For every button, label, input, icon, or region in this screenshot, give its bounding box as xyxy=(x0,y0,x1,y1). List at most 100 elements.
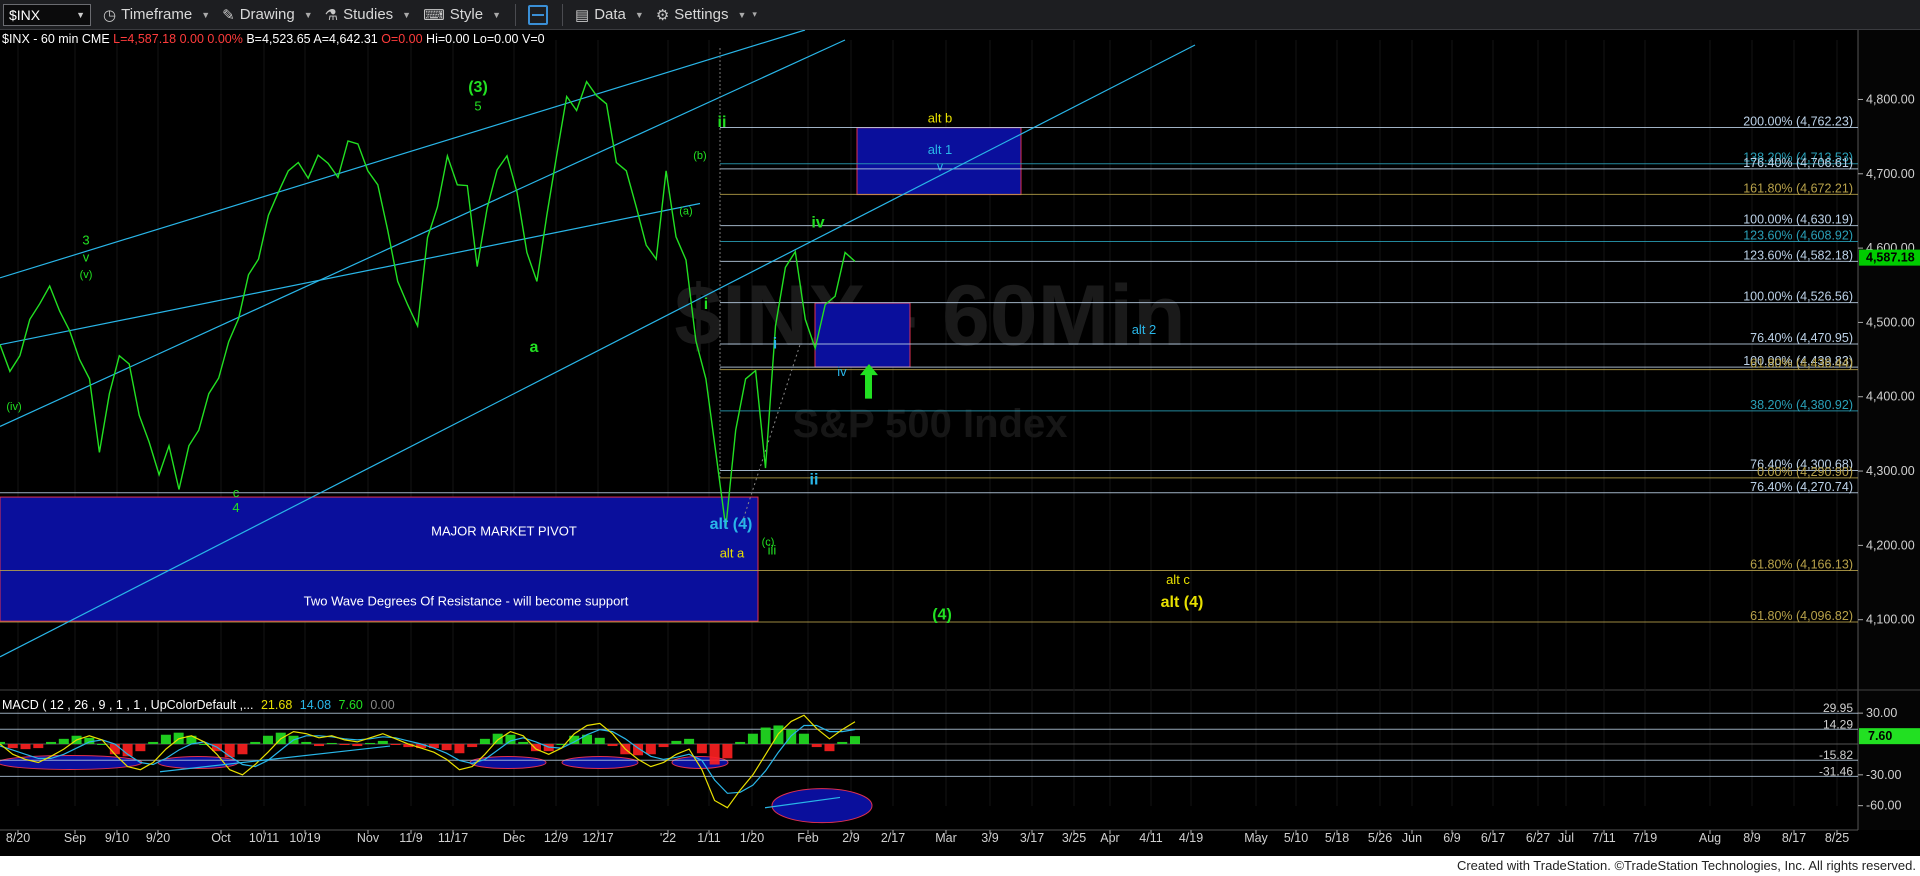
macd-histogram-bar xyxy=(224,743,235,758)
x-axis-label: 9/20 xyxy=(146,831,170,845)
wave-label: alt a xyxy=(720,545,745,560)
high-text: Hi=0.00 xyxy=(426,32,470,46)
macd-histogram-bar xyxy=(301,741,312,744)
x-axis-label: May xyxy=(1244,831,1268,845)
macd-histogram-bar xyxy=(237,743,248,755)
chevron-down-icon: ▼ xyxy=(201,9,211,20)
symbol-value: $INX xyxy=(9,6,41,23)
x-axis-label: 12/9 xyxy=(544,831,568,845)
fib-level-label: 200.00% (4,762.23) xyxy=(1743,115,1853,129)
volume-text: V=0 xyxy=(522,32,545,46)
y-axis-label: 4,700.00 xyxy=(1866,167,1915,181)
pct-change-text: 0.00% xyxy=(207,32,243,46)
timeframe-menu[interactable]: ◷ Timeframe ▼ xyxy=(103,6,210,24)
fib-level-label: 100.00% (4,526.56) xyxy=(1743,290,1853,304)
wave-label: (4) xyxy=(932,607,952,624)
macd-histogram-bar xyxy=(798,733,809,744)
settings-menu[interactable]: ⚙ Settings ▼ ▾ xyxy=(656,6,757,24)
price-chart[interactable]: $INX - 60Min S&P 500 Index MAJOR MARKET PI… xyxy=(0,30,1920,856)
macd-histogram-bar xyxy=(339,743,350,746)
timeframe-label: Timeframe xyxy=(121,6,193,23)
brush-icon: ⌨ xyxy=(423,6,445,24)
zone-label-alt1: alt 1 xyxy=(928,142,953,157)
macd-histogram-bar xyxy=(518,741,529,744)
macd-histogram-bar xyxy=(747,733,758,744)
wave-label: alt (4) xyxy=(1161,594,1204,611)
macd-histogram-bar xyxy=(0,741,5,744)
layout-toggle-icon[interactable] xyxy=(528,4,549,25)
macd-value: 21.68 xyxy=(260,698,293,712)
toolbar-separator xyxy=(562,3,564,26)
toolbar: $INX ▼ ◷ Timeframe ▼ ✎ Drawing ▼ ⚗ Studi… xyxy=(0,0,1920,30)
x-axis-label: 6/9 xyxy=(1443,831,1460,845)
symbol-dropdown-icon[interactable]: ▼ xyxy=(76,10,85,20)
x-axis-label: 9/10 xyxy=(105,831,129,845)
x-axis-label: '22 xyxy=(660,831,676,845)
macd-level-label: 14.29 xyxy=(1823,717,1853,731)
chevron-down-icon: ▼ xyxy=(634,9,644,20)
x-axis-label: Dec xyxy=(503,831,525,845)
macd-histogram-bar xyxy=(492,733,503,744)
zone-alt-2-box xyxy=(814,302,911,368)
macd-histogram-bar xyxy=(326,742,337,744)
macd-histogram-bar xyxy=(735,741,746,744)
macd-histogram-bar xyxy=(262,735,273,744)
drawing-menu[interactable]: ✎ Drawing ▼ xyxy=(222,6,313,24)
fib-level-label: 61.80% (4,166.13) xyxy=(1750,558,1853,572)
macd-axis-label: -60.00 xyxy=(1866,799,1901,813)
macd-histogram-bar xyxy=(441,743,452,751)
macd-avg-value: 14.08 xyxy=(299,698,332,712)
more-options-icon[interactable]: ▾ xyxy=(752,9,757,20)
x-axis-label: 5/10 xyxy=(1284,831,1308,845)
x-axis-label: 7/11 xyxy=(1592,831,1615,845)
macd-level-label: -15.82 xyxy=(1819,748,1853,762)
macd-diff-value: 7.60 xyxy=(338,698,363,712)
macd-histogram-bar xyxy=(7,743,18,749)
channel-line xyxy=(0,202,701,346)
wave-label: c xyxy=(233,485,240,500)
x-axis-label: 12/17 xyxy=(582,831,613,845)
helper-dotted-line xyxy=(741,344,801,524)
gear-icon: ⚙ xyxy=(655,6,670,24)
chevron-down-icon: ▼ xyxy=(492,9,502,20)
zone-label-alt1-v: v xyxy=(937,158,944,173)
settings-label: Settings xyxy=(674,6,729,23)
watermark-title: $INX - 60Min xyxy=(674,268,1185,364)
macd-histogram-bar xyxy=(824,743,835,752)
x-axis-label: Feb xyxy=(797,831,819,845)
macd-zero-value: 0.00 xyxy=(370,698,395,712)
drawing-label: Drawing xyxy=(239,6,295,23)
studies-menu[interactable]: ⚗ Studies ▼ xyxy=(325,6,411,24)
fib-level-label: 38.20% (4,380.92) xyxy=(1750,398,1853,412)
pencil-icon: ✎ xyxy=(222,6,235,24)
x-axis-label: 2/9 xyxy=(842,831,859,845)
flask-icon: ⚗ xyxy=(324,6,339,24)
macd-histogram-bar xyxy=(314,743,325,747)
style-menu[interactable]: ⌨ Style ▼ xyxy=(423,6,501,24)
x-axis-label: 5/26 xyxy=(1368,831,1392,845)
macd-level-label: -31.46 xyxy=(1819,764,1853,778)
macd-histogram-bar xyxy=(467,743,478,748)
x-axis-label: Jun xyxy=(1402,831,1422,845)
wave-label: iv xyxy=(837,364,847,379)
toolbar-separator xyxy=(515,3,517,26)
macd-histogram-bar xyxy=(365,742,376,744)
fib-level-label: 123.60% (4,582.18) xyxy=(1743,248,1853,262)
macd-histogram-bar xyxy=(684,738,695,744)
x-axis-label: 10/19 xyxy=(289,831,320,845)
y-axis-label: 4,300.00 xyxy=(1866,464,1915,478)
x-axis-label: 8/20 xyxy=(6,831,30,845)
macd-histogram-bar xyxy=(58,738,69,744)
symbol-input[interactable]: $INX ▼ xyxy=(3,3,91,26)
wave-label: (3) xyxy=(468,79,488,96)
macd-histogram-bar xyxy=(33,743,44,749)
ask-text: A=4,642.31 xyxy=(313,32,378,46)
macd-histogram-bar xyxy=(454,743,465,754)
wave-label: (iv) xyxy=(6,401,21,413)
macd-histogram-bar xyxy=(811,743,822,748)
fib-level-label: 161.80% (4,672.21) xyxy=(1743,181,1853,195)
x-axis-label: 5/18 xyxy=(1325,831,1349,845)
macd-histogram-bar xyxy=(850,736,860,744)
y-axis-label: 4,400.00 xyxy=(1866,390,1915,404)
data-menu[interactable]: ▤ Data ▼ xyxy=(575,6,644,24)
